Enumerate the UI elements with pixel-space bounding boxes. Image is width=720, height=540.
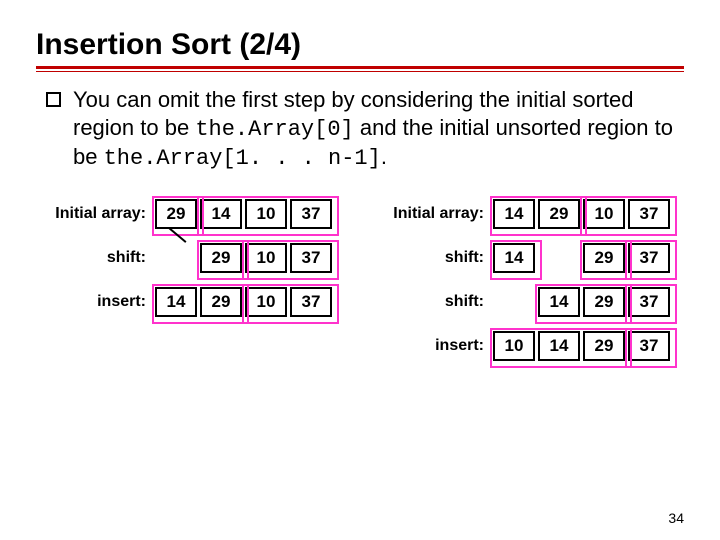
cell: 14 [538, 287, 580, 317]
para-post: . [381, 144, 387, 169]
cell: 29 [155, 199, 197, 229]
para-code2: the.Array[1. . . n-1] [104, 146, 381, 171]
cell: 37 [290, 287, 332, 317]
right-row-shift1: shift: 14 29 37 [374, 243, 684, 273]
cell: 14 [155, 287, 197, 317]
cell: 14 [493, 199, 535, 229]
row-label: Initial array: [36, 205, 155, 223]
cell-empty [155, 243, 197, 273]
title-underline [36, 66, 684, 68]
cell: 10 [245, 243, 287, 273]
cell: 37 [290, 243, 332, 273]
cell: 14 [200, 199, 242, 229]
row-label: shift: [374, 293, 493, 311]
row-label: insert: [36, 293, 155, 311]
cell: 29 [583, 243, 625, 273]
cell: 37 [628, 199, 670, 229]
cell-empty [538, 243, 580, 273]
bullet-icon [46, 92, 61, 107]
right-row-initial: Initial array: 14 29 10 37 [374, 199, 684, 229]
row-label: Initial array: [374, 205, 493, 223]
cell: 29 [200, 287, 242, 317]
cell: 10 [583, 199, 625, 229]
row-label: insert: [374, 337, 493, 355]
cell: 37 [628, 331, 670, 361]
right-row-shift2: shift: 14 29 37 [374, 287, 684, 317]
extract-arrow-icon [168, 227, 186, 243]
para-code1: the.Array[0] [195, 117, 353, 142]
right-column: Initial array: 14 29 10 37 shift: 14 [374, 199, 684, 375]
cell: 37 [290, 199, 332, 229]
cell: 37 [628, 243, 670, 273]
cell: 29 [583, 287, 625, 317]
left-row-initial: Initial array: 29 14 10 37 [36, 199, 346, 229]
cell: 29 [200, 243, 242, 273]
page-number: 34 [668, 510, 684, 526]
cell: 14 [538, 331, 580, 361]
cell: 14 [493, 243, 535, 273]
row-label: shift: [36, 249, 155, 267]
slide-title: Insertion Sort (2/4) [36, 28, 684, 62]
left-row-shift: shift: 29 10 37 [36, 243, 346, 273]
cell: 29 [538, 199, 580, 229]
body-paragraph: You can omit the first step by consideri… [46, 86, 684, 173]
cell: 10 [245, 199, 287, 229]
row-label: shift: [374, 249, 493, 267]
cell: 10 [245, 287, 287, 317]
cell: 37 [628, 287, 670, 317]
cell: 10 [493, 331, 535, 361]
cell: 29 [583, 331, 625, 361]
left-column: Initial array: 29 14 10 37 shift: [36, 199, 346, 375]
cell-empty [493, 287, 535, 317]
right-row-insert: insert: 10 14 29 37 [374, 331, 684, 361]
left-row-insert: insert: 14 29 10 37 [36, 287, 346, 317]
